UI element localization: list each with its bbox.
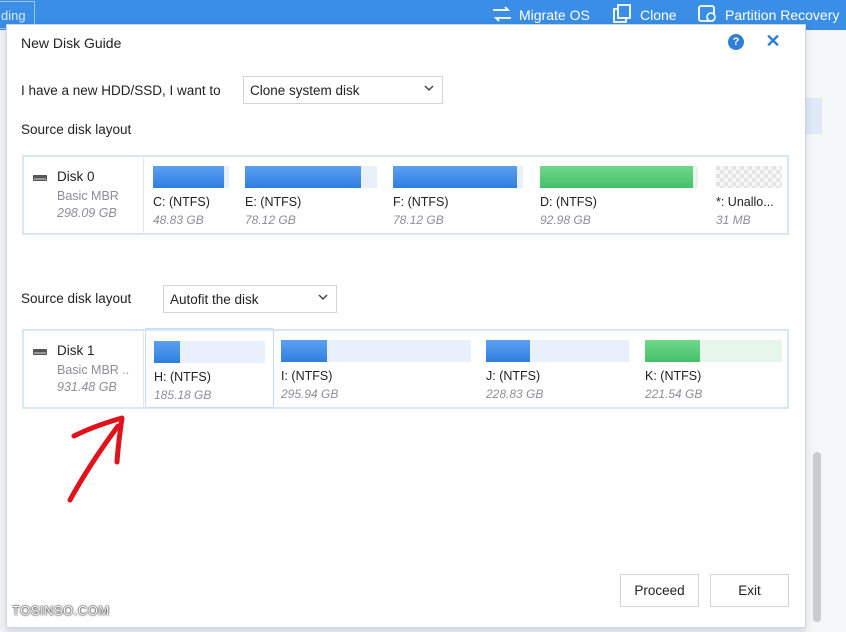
chevron-down-icon xyxy=(318,294,328,301)
source-disk-info: Disk 0 Basic MBR 298.09 GB xyxy=(24,157,144,233)
migrate-icon xyxy=(491,5,513,26)
partition-label: I: (NTFS) xyxy=(281,369,333,383)
clone-button[interactable]: Clone xyxy=(612,3,677,25)
partition-size: 221.54 GB xyxy=(645,387,703,401)
disk-type: Basic MBR xyxy=(57,189,119,203)
migrate-os-label: Migrate OS xyxy=(519,7,590,23)
disk-type: Basic MBR .. xyxy=(57,363,130,377)
help-icon[interactable]: ? xyxy=(728,34,744,50)
partition-size: 185.18 GB xyxy=(154,388,212,402)
dialog-title: New Disk Guide xyxy=(21,35,122,51)
chevron-down-icon xyxy=(424,85,434,92)
partition-usage-fill xyxy=(154,341,180,363)
hard-drive-icon xyxy=(33,349,47,355)
migrate-os-button[interactable]: Migrate OS xyxy=(491,5,590,25)
partition-size: 31 MB xyxy=(716,213,751,227)
source-disk-panel: Disk 0 Basic MBR 298.09 GB C: (NTFS) 48.… xyxy=(22,155,789,235)
partition-size: 228.83 GB xyxy=(486,387,544,401)
target-disk-panel: Disk 1 Basic MBR .. 931.48 GB H: (NTFS) … xyxy=(22,328,789,409)
hard-drive-icon xyxy=(33,175,47,181)
red-annotation-arrow-icon xyxy=(67,415,125,503)
partition-usage-fill xyxy=(281,340,327,362)
partition-usage-fill xyxy=(540,166,694,188)
intent-select[interactable]: Clone system disk xyxy=(243,76,443,104)
partition-size: 295.94 GB xyxy=(281,387,339,401)
watermark: TOSINSO.COM xyxy=(12,603,110,618)
partition-h[interactable]: H: (NTFS) 185.18 GB xyxy=(145,328,274,408)
partition-label: D: (NTFS) xyxy=(540,195,597,209)
partition-label: *: Unallo... xyxy=(716,195,774,209)
unallocated-space-bar xyxy=(716,166,782,188)
partition-usage-bar xyxy=(281,340,471,362)
partition-label: E: (NTFS) xyxy=(245,195,302,209)
proceed-button[interactable]: Proceed xyxy=(620,574,699,607)
partition-f[interactable]: F: (NTFS) 78.12 GB xyxy=(385,157,529,233)
partition-label: K: (NTFS) xyxy=(645,369,702,383)
partition-usage-fill xyxy=(486,340,531,362)
partition-label: C: (NTFS) xyxy=(153,195,210,209)
partition-k[interactable]: K: (NTFS) 221.54 GB xyxy=(637,331,787,407)
target-disk-info: Disk 1 Basic MBR .. 931.48 GB xyxy=(24,331,144,407)
partition-usage-fill xyxy=(645,340,700,362)
partition-usage-bar xyxy=(245,166,377,188)
partition-usage-bar xyxy=(154,341,265,363)
intent-select-value: Clone system disk xyxy=(250,83,360,98)
background-scrollbar[interactable] xyxy=(813,452,821,622)
partition-recovery-label: Partition Recovery xyxy=(725,7,840,23)
partition-usage-fill xyxy=(245,166,362,188)
disk-name: Disk 0 xyxy=(57,169,95,184)
partition-size: 92.98 GB xyxy=(540,213,591,227)
partition-usage-bar xyxy=(486,340,629,362)
new-disk-guide-dialog: New Disk Guide ? ✕ I have a new HDD/SSD,… xyxy=(6,24,806,628)
partition-size: 48.83 GB xyxy=(153,213,204,227)
partition-usage-bar xyxy=(645,340,782,362)
partition-label: F: (NTFS) xyxy=(393,195,449,209)
layout-mode-select[interactable]: Autofit the disk xyxy=(163,285,337,313)
partition-usage-fill xyxy=(393,166,517,188)
partition-j[interactable]: J: (NTFS) 228.83 GB xyxy=(478,331,633,407)
partition-usage-bar xyxy=(540,166,698,188)
partition-usage-bar xyxy=(153,166,229,188)
clone-label: Clone xyxy=(640,7,677,23)
source-layout-label: Source disk layout xyxy=(21,122,132,137)
partition-size: 78.12 GB xyxy=(245,213,296,227)
partition-d[interactable]: D: (NTFS) 92.98 GB xyxy=(532,157,704,233)
partition-unallocated[interactable]: *: Unallo... 31 MB xyxy=(708,157,787,233)
disk-size: 298.09 GB xyxy=(57,206,117,220)
disk-size: 931.48 GB xyxy=(57,380,117,394)
layout-mode-value: Autofit the disk xyxy=(170,292,259,307)
partition-usage-bar xyxy=(393,166,523,188)
partition-label: J: (NTFS) xyxy=(486,369,541,383)
background-selected-row xyxy=(806,98,822,134)
partition-recovery-button[interactable]: Partition Recovery xyxy=(697,4,840,25)
disk-name: Disk 1 xyxy=(57,343,95,358)
partition-label: H: (NTFS) xyxy=(154,370,211,384)
partition-i[interactable]: I: (NTFS) 295.94 GB xyxy=(273,331,473,407)
close-icon[interactable]: ✕ xyxy=(764,31,782,51)
target-layout-label: Source disk layout xyxy=(21,291,132,306)
partition-size: 78.12 GB xyxy=(393,213,444,227)
exit-button[interactable]: Exit xyxy=(710,574,789,607)
partition-e[interactable]: E: (NTFS) 78.12 GB xyxy=(237,157,383,233)
partition-usage-fill xyxy=(153,166,224,188)
intent-label: I have a new HDD/SSD, I want to xyxy=(21,83,221,98)
partition-c[interactable]: C: (NTFS) 48.83 GB xyxy=(145,157,235,233)
